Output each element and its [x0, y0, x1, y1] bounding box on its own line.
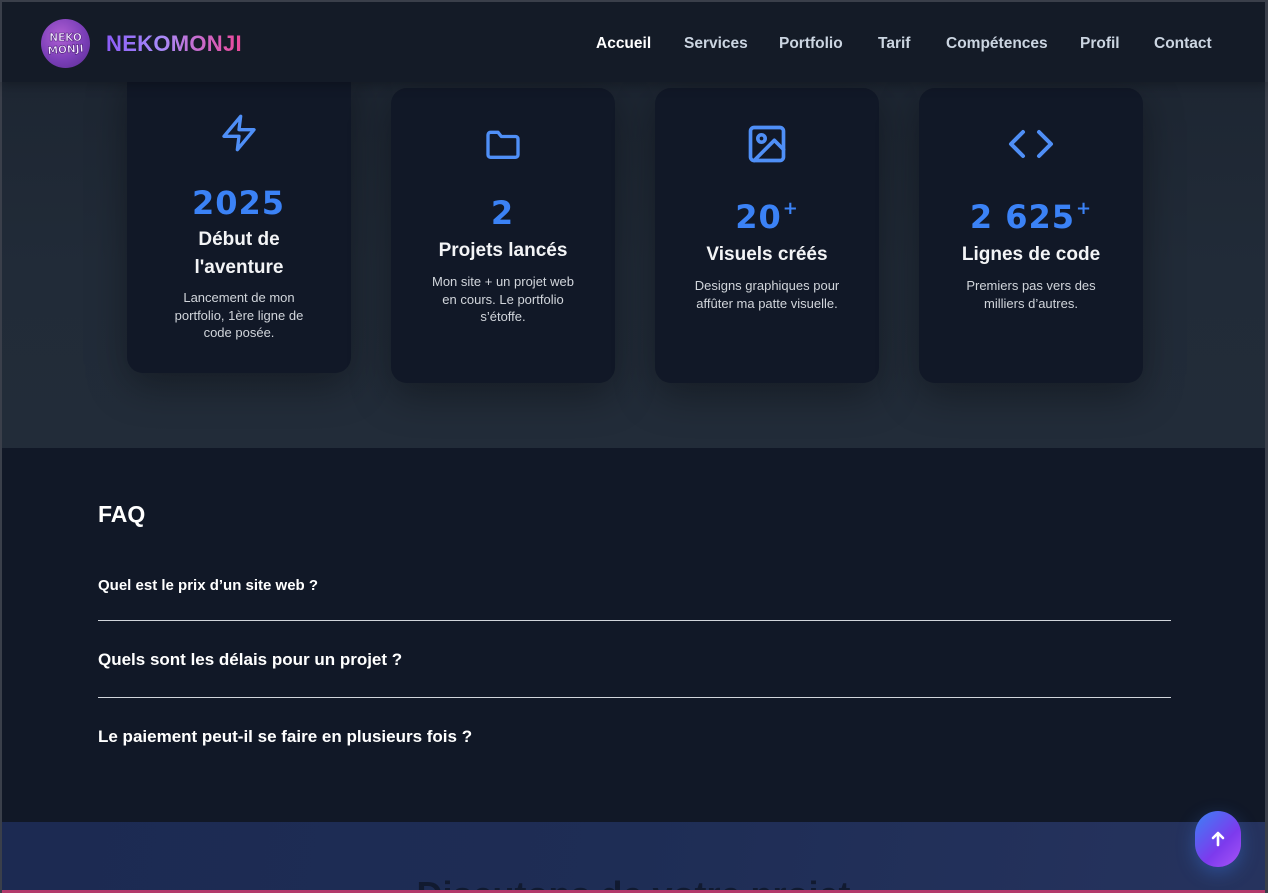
arrow-up-icon: [1211, 831, 1225, 847]
stat-description: Mon site + un projet web en cours. Le po…: [432, 274, 574, 324]
stat-description: Lancement de mon portfolio, 1ère ligne d…: [174, 290, 304, 340]
stat-card-projects: 2 Projets lancés Mon site + un projet we…: [391, 88, 615, 383]
main-nav: Accueil Services Portfolio Tarif Compéte…: [2, 35, 1265, 55]
code-icon: [1007, 126, 1055, 162]
stat-card-visuals: 20+ Visuels créés Designs graphiques pou…: [655, 88, 879, 383]
stat-number: 2025: [191, 184, 286, 222]
nav-item-portfolio[interactable]: Portfolio: [779, 35, 843, 53]
faq-question-delays[interactable]: Quels sont les délais pour un projet ?: [98, 650, 402, 670]
faq-title: FAQ: [98, 501, 146, 527]
faq-question-price[interactable]: Quel est le prix d’un site web ?: [98, 577, 318, 594]
contact-cta-section: Discutons de votre projet: [0, 822, 1268, 893]
stat-title: Lignes de code: [961, 244, 1101, 265]
nav-item-services[interactable]: Services: [684, 35, 748, 53]
stat-number: 2 625+: [969, 198, 1093, 236]
stat-number: 2: [490, 194, 515, 232]
nav-item-accueil[interactable]: Accueil: [596, 35, 651, 53]
nav-item-profil[interactable]: Profil: [1080, 35, 1120, 53]
stat-description: Premiers pas vers des milliers d’autres.: [966, 278, 1096, 311]
nav-item-competences[interactable]: Compétences: [946, 35, 1048, 53]
faq-question-payment[interactable]: Le paiement peut-il se faire en plusieur…: [98, 727, 472, 747]
scroll-to-top-button[interactable]: [1195, 811, 1241, 867]
nav-item-tarif[interactable]: Tarif: [878, 35, 910, 53]
faq-divider: [98, 620, 1171, 621]
lightning-icon: [219, 112, 259, 154]
stat-number: 20+: [735, 198, 799, 236]
stat-title: Visuels créés: [706, 244, 828, 265]
faq-divider: [98, 697, 1171, 698]
stat-title: Projets lancés: [438, 240, 568, 261]
stat-card-code-lines: 2 625+ Lignes de code Premiers pas vers …: [919, 88, 1143, 383]
stat-title: Début de l'aventure: [194, 229, 284, 278]
folder-icon: [482, 124, 524, 164]
image-icon: [745, 122, 789, 166]
faq-section: FAQ Quel est le prix d’un site web ? Que…: [0, 448, 1268, 822]
stat-description: Designs graphiques pour affûter ma patte…: [694, 278, 840, 311]
nav-item-contact[interactable]: Contact: [1154, 35, 1212, 53]
stat-card-adventure: 2025 Début de l'aventure Lancement de mo…: [127, 68, 351, 373]
site-header: NEKO MONJI NEKOMONJI Accueil Services Po…: [0, 0, 1268, 82]
